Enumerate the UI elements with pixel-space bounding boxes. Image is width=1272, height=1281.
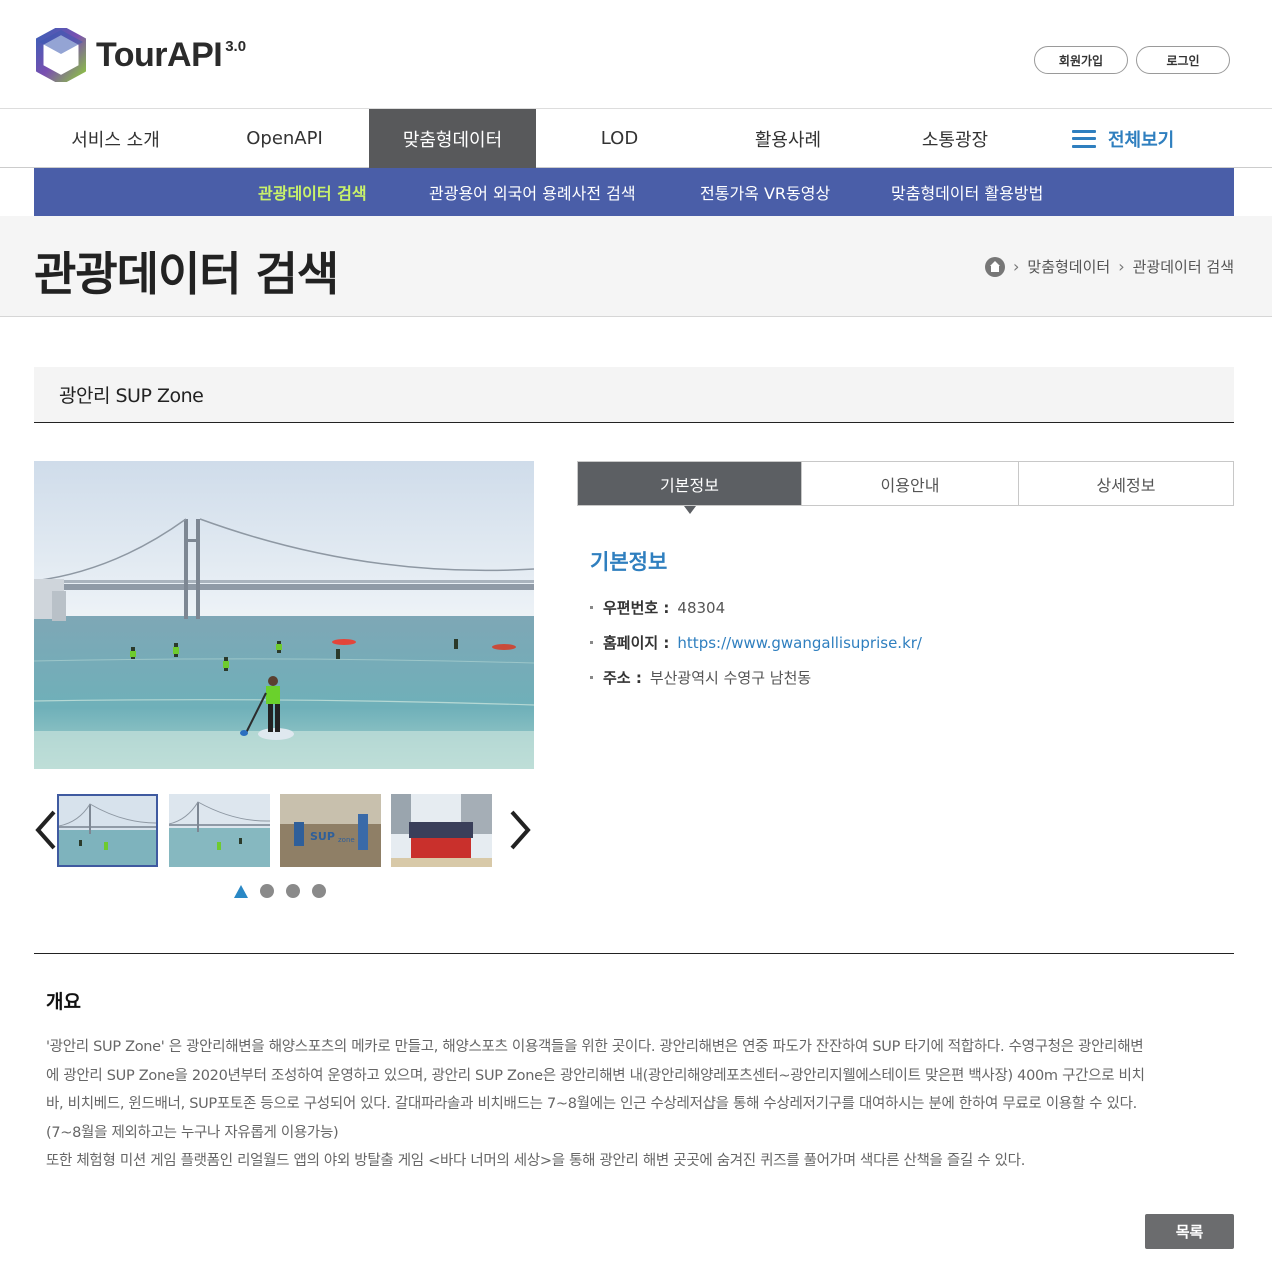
overview-body: '광안리 SUP Zone' 은 광안리해변을 해양스포츠의 메카로 만들고, … xyxy=(46,1033,1222,1176)
basic-info-heading: 기본정보 xyxy=(590,550,668,574)
view-all-menu-button[interactable]: 전체보기 xyxy=(1072,109,1174,168)
logo-version: 3.0 xyxy=(225,38,247,55)
info-key: 주소 : xyxy=(603,669,642,687)
carousel-pagination xyxy=(234,884,326,898)
svg-text:zone: zone xyxy=(338,836,355,844)
info-tabs: 기본정보 이용안내 상세정보 xyxy=(577,461,1234,514)
gnb-item-custom-data[interactable]: 맞춤형데이터 xyxy=(369,109,536,168)
gnb-item-use-cases[interactable]: 활용사례 xyxy=(703,109,873,168)
overview-line: 에 광안리 SUP Zone을 2020년부터 조성하여 운영하고 있으며, 광… xyxy=(46,1067,1145,1084)
info-row-homepage: 홈페이지 : https://www.gwangallisuprise.kr/ xyxy=(590,625,922,660)
pagination-dot[interactable] xyxy=(260,884,274,898)
thumbnail-1[interactable] xyxy=(57,794,158,867)
basic-info-list: 우편번호 : 48304 홈페이지 : https://www.gwangall… xyxy=(590,590,922,695)
subnav-item-tourism-data-search[interactable]: 관광데이터 검색 xyxy=(258,168,367,216)
bullet-icon xyxy=(590,641,593,644)
gnb-item-lod[interactable]: LOD xyxy=(536,109,703,168)
site-logo[interactable]: TourAPI 3.0 xyxy=(36,28,246,82)
main-navigation: 서비스 소개 OpenAPI 맞춤형데이터 LOD 활용사례 소통광장 전체보기 xyxy=(0,108,1272,168)
sub-navigation: 관광데이터 검색 관광용어 외국어 용례사전 검색 전통가옥 VR동영상 맞춤형… xyxy=(34,168,1234,216)
tab-basic-info[interactable]: 기본정보 xyxy=(578,462,801,514)
bullet-icon xyxy=(590,606,593,609)
logo-text: TourAPI xyxy=(96,36,223,74)
chevron-right-icon[interactable] xyxy=(508,808,532,852)
overview-title: 개요 xyxy=(46,991,81,1013)
chevron-right-icon: › xyxy=(1118,257,1125,276)
tab-usage-guide[interactable]: 이용안내 xyxy=(801,462,1018,505)
divider xyxy=(34,953,1234,954)
overview-line: '광안리 SUP Zone' 은 광안리해변을 해양스포츠의 메카로 만들고, … xyxy=(46,1039,1144,1055)
item-title-bar: 광안리 SUP Zone xyxy=(34,367,1234,423)
main-photo xyxy=(34,461,534,769)
chevron-left-icon[interactable] xyxy=(34,808,58,852)
info-value: 48304 xyxy=(677,598,726,617)
homepage-link[interactable]: https://www.gwangallisuprise.kr/ xyxy=(677,634,922,652)
info-row-address: 주소 : 부산광역시 수영구 남천동 xyxy=(590,660,922,695)
breadcrumb-item[interactable]: 맞춤형데이터 xyxy=(1027,256,1110,277)
info-key: 홈페이지 : xyxy=(603,634,670,652)
subnav-item-usage-guide[interactable]: 맞춤형데이터 활용방법 xyxy=(891,168,1043,216)
chevron-right-icon: › xyxy=(1013,257,1020,276)
info-key: 우편번호 : xyxy=(603,599,670,617)
beach-bridge-photo xyxy=(34,461,534,769)
pagination-dot[interactable] xyxy=(286,884,300,898)
subnav-item-term-dictionary[interactable]: 관광용어 외국어 용례사전 검색 xyxy=(429,168,636,216)
overview-line: 바, 비치베드, 윈드배너, SUP포토존 등으로 구성되어 있다. 갈대파라솔… xyxy=(46,1096,1137,1112)
login-button[interactable]: 로그인 xyxy=(1136,46,1230,74)
hamburger-icon xyxy=(1072,129,1096,148)
gnb-item-openapi[interactable]: OpenAPI xyxy=(201,109,368,168)
svg-text:SUP: SUP xyxy=(310,830,335,843)
tab-detail-info[interactable]: 상세정보 xyxy=(1018,462,1233,505)
pagination-dot[interactable] xyxy=(312,884,326,898)
list-button[interactable]: 목록 xyxy=(1145,1214,1234,1249)
logo-hexagon-icon xyxy=(36,28,86,82)
subnav-item-vr-video[interactable]: 전통가옥 VR동영상 xyxy=(700,168,830,216)
item-title: 광안리 SUP Zone xyxy=(59,385,204,407)
overview-line: (7~8월을 제외하고는 누구나 자유롭게 이용가능) xyxy=(46,1124,339,1141)
gnb-item-service-intro[interactable]: 서비스 소개 xyxy=(34,109,197,168)
info-row-postcode: 우편번호 : 48304 xyxy=(590,590,922,625)
view-all-label: 전체보기 xyxy=(1108,129,1175,151)
thumbnail-3[interactable]: SUP zone xyxy=(280,794,381,867)
home-icon[interactable] xyxy=(985,256,1005,277)
pagination-dot-active[interactable] xyxy=(234,884,248,898)
breadcrumb-item-current[interactable]: 관광데이터 검색 xyxy=(1133,256,1234,277)
gnb-item-community[interactable]: 소통광장 xyxy=(873,109,1037,168)
thumbnail-4[interactable] xyxy=(391,794,492,867)
breadcrumb: › 맞춤형데이터 › 관광데이터 검색 xyxy=(985,256,1234,277)
page-title: 관광데이터 검색 xyxy=(34,247,339,301)
info-value: 부산광역시 수영구 남천동 xyxy=(649,669,812,687)
page-title-band: 관광데이터 검색 › 맞춤형데이터 › 관광데이터 검색 xyxy=(0,216,1272,317)
bullet-icon xyxy=(590,676,593,679)
auth-buttons: 회원가입 로그인 xyxy=(1034,46,1230,74)
site-header: TourAPI 3.0 회원가입 로그인 xyxy=(0,0,1272,108)
signup-button[interactable]: 회원가입 xyxy=(1034,46,1128,74)
overview-line: 또한 체험형 미션 게임 플랫폼인 리얼월드 앱의 야외 방탈출 게임 <바다 … xyxy=(46,1153,1026,1169)
thumbnail-carousel: SUP zone xyxy=(34,794,534,868)
thumbnail-2[interactable] xyxy=(169,794,270,867)
